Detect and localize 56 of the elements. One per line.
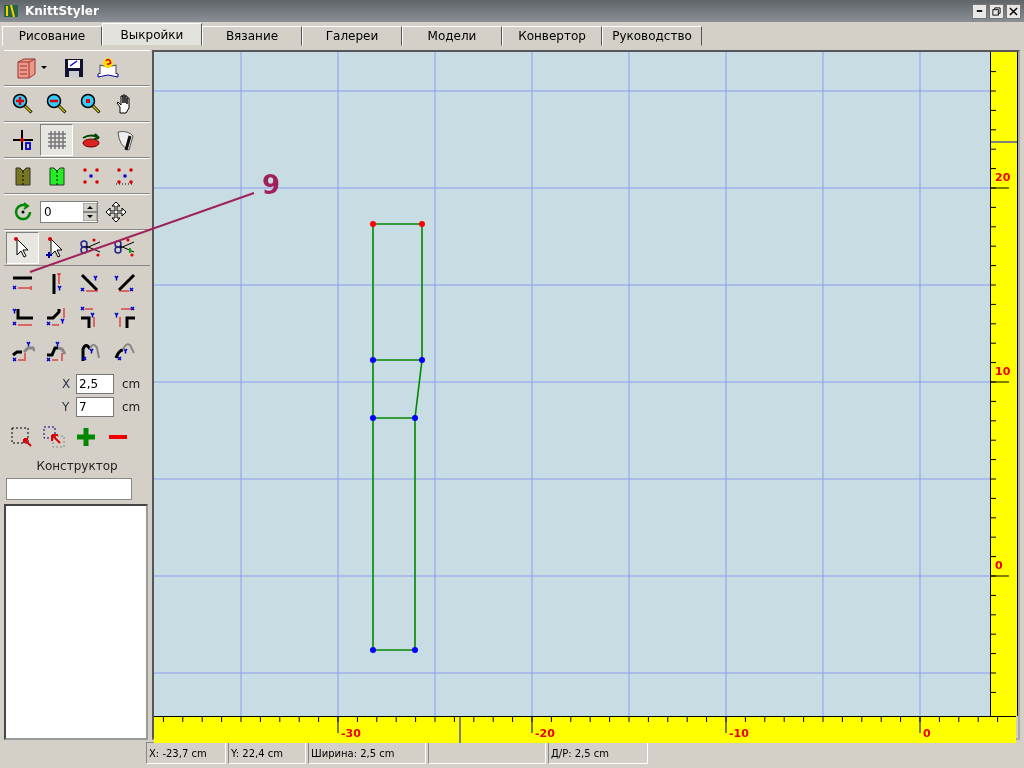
- window-title: KnittStyler: [25, 4, 99, 18]
- zoom-fit-icon: [78, 92, 103, 116]
- rotation-spinbox[interactable]: 0: [40, 201, 98, 223]
- ruler-label: -10: [729, 728, 749, 740]
- close-icon: [1009, 6, 1018, 16]
- app-icon: [3, 3, 19, 19]
- callout-number: 9: [262, 170, 281, 200]
- origin-icon: [10, 128, 35, 152]
- status-panel: Ширина: 2,5 cm: [308, 742, 426, 764]
- corner-top-left-icon: [112, 305, 137, 329]
- spin-arrows-icon: [83, 203, 97, 221]
- step-curve-icon: [44, 339, 69, 363]
- diagonal-up-icon: [112, 271, 137, 295]
- restore-icon: [992, 6, 1001, 16]
- cursor-marker: [459, 717, 461, 743]
- unit-label: cm: [122, 400, 141, 414]
- ruler-label: -30: [341, 728, 361, 740]
- ruler-label: 0: [923, 728, 931, 740]
- constructor-list[interactable]: [4, 504, 148, 740]
- tab[interactable]: Модели: [402, 26, 502, 46]
- status-panel: X: -23,7 cm: [146, 742, 226, 764]
- ruler-label: 20: [995, 172, 1011, 184]
- help-book-icon: [95, 56, 120, 80]
- plus-icon[interactable]: [74, 425, 98, 449]
- coordinate-field[interactable]: 2,5: [76, 374, 114, 394]
- tool-button[interactable]: [6, 232, 39, 264]
- select-area-icon[interactable]: [10, 425, 34, 449]
- tab[interactable]: Руководство: [602, 26, 702, 46]
- tab[interactable]: Рисование: [2, 26, 102, 46]
- zoom-out-icon: [44, 92, 69, 116]
- select-pointer-icon[interactable]: [42, 425, 66, 449]
- unit-label: cm: [122, 377, 141, 391]
- zoom-in-icon: [10, 92, 35, 116]
- caret-icon: [41, 66, 47, 70]
- pattern-book-icon: [15, 56, 39, 80]
- ruler-label: -20: [535, 728, 555, 740]
- restore-button[interactable]: [989, 3, 1004, 19]
- coordinate-field[interactable]: 7: [76, 397, 114, 417]
- tab[interactable]: Выкройки: [102, 23, 202, 46]
- status-panel: Y: 22,4 cm: [228, 742, 306, 764]
- ruler-label: 10: [995, 366, 1011, 378]
- move-icon: [103, 200, 128, 224]
- cursor-marker: [991, 141, 1017, 143]
- status-panel: Д/Р: 2,5 cm: [548, 742, 648, 764]
- coordinate-label: X: [62, 377, 72, 391]
- step-up-icon: [10, 339, 35, 363]
- tab[interactable]: Вязание: [202, 26, 302, 46]
- minimize-icon: [975, 10, 984, 12]
- close-button[interactable]: [1006, 3, 1021, 19]
- constructor-field[interactable]: [6, 478, 132, 500]
- ruler-label: 0: [995, 560, 1003, 572]
- coordinate-label: Y: [62, 400, 71, 414]
- constructor-title: Конструктор: [35, 458, 119, 475]
- tab[interactable]: Галереи: [302, 26, 402, 46]
- minimize-button[interactable]: [972, 3, 987, 19]
- tab[interactable]: Конвертор: [502, 26, 602, 46]
